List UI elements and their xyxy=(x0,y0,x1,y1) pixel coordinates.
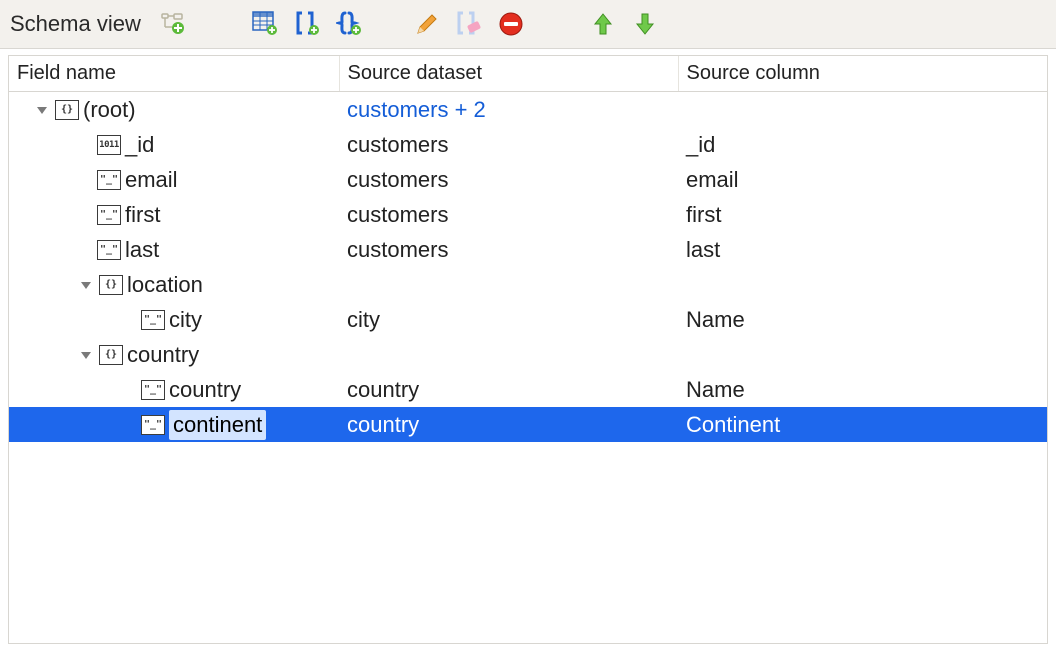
table-add-icon xyxy=(252,11,278,37)
tree-row[interactable]: countrycountryName xyxy=(9,372,1047,407)
field-name-label: city xyxy=(169,307,202,333)
field-name-label: country xyxy=(127,342,199,368)
source-dataset-cell: customers xyxy=(339,232,678,267)
source-column-cell: _id xyxy=(678,127,1047,162)
delete-button[interactable] xyxy=(495,8,527,40)
binary-type-icon xyxy=(97,135,121,155)
edit-icon xyxy=(414,11,440,37)
schema-view-panel: Schema view xyxy=(0,0,1056,656)
edit-button[interactable] xyxy=(411,8,443,40)
source-dataset-cell: customers + 2 xyxy=(339,92,678,128)
object-type-icon xyxy=(55,100,79,120)
source-dataset-cell: city xyxy=(339,302,678,337)
column-header-row[interactable]: Field name Source dataset Source column xyxy=(9,56,1047,92)
field-name-label: (root) xyxy=(83,97,136,123)
source-column-cell: first xyxy=(678,197,1047,232)
add-table-button[interactable] xyxy=(249,8,281,40)
field-name-label: location xyxy=(127,272,203,298)
source-dataset-cell: customers xyxy=(339,197,678,232)
string-type-icon xyxy=(141,310,165,330)
source-dataset-cell: country xyxy=(339,372,678,407)
column-source-column[interactable]: Source column xyxy=(678,56,1047,92)
disclosure-triangle-icon[interactable] xyxy=(33,101,51,119)
source-column-cell: Name xyxy=(678,302,1047,337)
object-type-icon xyxy=(99,345,123,365)
string-type-icon xyxy=(141,380,165,400)
clear-icon xyxy=(456,11,482,37)
tree-row[interactable]: location xyxy=(9,267,1047,302)
move-up-icon xyxy=(590,11,616,37)
delete-icon xyxy=(498,11,524,37)
string-type-icon xyxy=(97,240,121,260)
object-add-icon xyxy=(336,11,362,37)
source-column-cell xyxy=(678,92,1047,128)
string-type-icon xyxy=(97,205,121,225)
source-dataset-cell: customers xyxy=(339,127,678,162)
tree-row[interactable]: emailcustomersemail xyxy=(9,162,1047,197)
source-column-cell xyxy=(678,267,1047,302)
add-array-button[interactable] xyxy=(291,8,323,40)
tree-row[interactable]: firstcustomersfirst xyxy=(9,197,1047,232)
tree-row[interactable]: continent countryContinent xyxy=(9,407,1047,442)
new-node-icon xyxy=(160,11,186,37)
move-down-icon xyxy=(632,11,658,37)
move-up-button[interactable] xyxy=(587,8,619,40)
disclosure-triangle-icon[interactable] xyxy=(77,346,95,364)
source-column-cell: Continent xyxy=(678,407,1047,442)
string-type-icon xyxy=(97,170,121,190)
add-object-button[interactable] xyxy=(333,8,365,40)
new-node-button[interactable] xyxy=(157,8,189,40)
field-name-label: first xyxy=(125,202,160,228)
object-type-icon xyxy=(99,275,123,295)
source-column-cell xyxy=(678,337,1047,372)
field-name-label: last xyxy=(125,237,159,263)
panel-title: Schema view xyxy=(10,11,141,37)
source-dataset-cell: customers xyxy=(339,162,678,197)
disclosure-triangle-icon[interactable] xyxy=(77,276,95,294)
schema-toolbar: Schema view xyxy=(0,0,1056,49)
column-source-dataset[interactable]: Source dataset xyxy=(339,56,678,92)
clear-array-button[interactable] xyxy=(453,8,485,40)
source-column-cell: last xyxy=(678,232,1047,267)
field-name-label: country xyxy=(169,377,241,403)
move-down-button[interactable] xyxy=(629,8,661,40)
source-column-cell: Name xyxy=(678,372,1047,407)
source-dataset-cell: country xyxy=(339,407,678,442)
source-dataset-cell xyxy=(339,267,678,302)
field-name-label: continent xyxy=(169,410,266,440)
field-name-label: _id xyxy=(125,132,154,158)
tree-row[interactable]: citycityName xyxy=(9,302,1047,337)
array-add-icon xyxy=(294,11,320,37)
schema-tree-table[interactable]: Field name Source dataset Source column … xyxy=(8,55,1048,644)
tree-row[interactable]: (root) customers + 2 xyxy=(9,92,1047,128)
tree-row[interactable]: country xyxy=(9,337,1047,372)
column-field-name[interactable]: Field name xyxy=(9,56,339,92)
field-name-label: email xyxy=(125,167,178,193)
tree-row[interactable]: lastcustomerslast xyxy=(9,232,1047,267)
string-type-icon xyxy=(141,415,165,435)
source-column-cell: email xyxy=(678,162,1047,197)
tree-row[interactable]: _idcustomers_id xyxy=(9,127,1047,162)
source-dataset-cell xyxy=(339,337,678,372)
